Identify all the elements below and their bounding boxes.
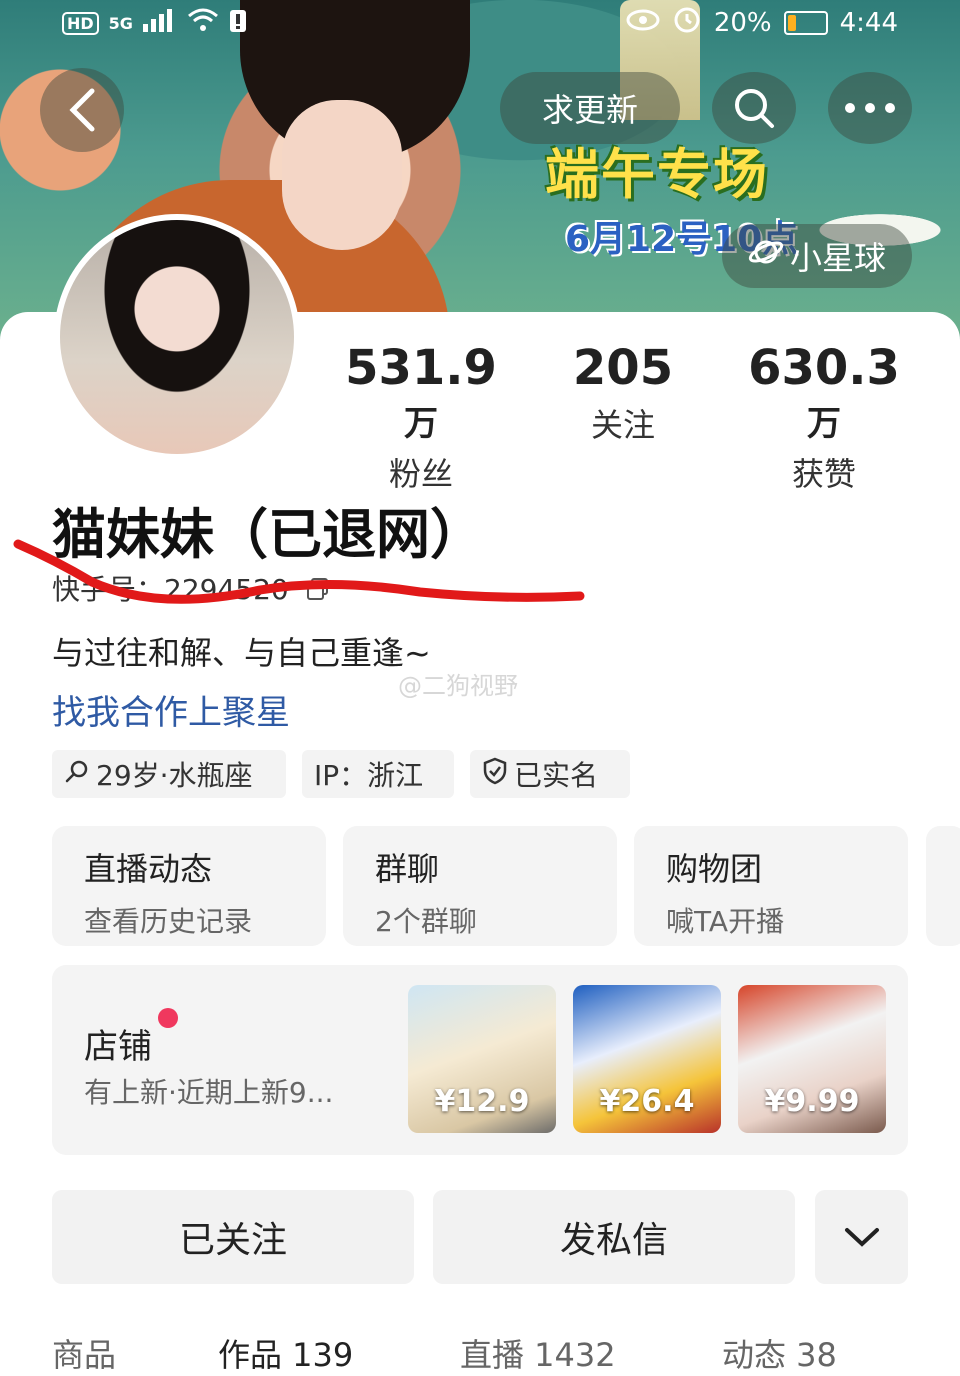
more-card-partial[interactable] xyxy=(926,826,960,946)
alert-icon xyxy=(229,6,247,41)
tab-products[interactable]: 商品 xyxy=(52,1330,116,1376)
cooperation-link[interactable]: 找我合作上聚星 xyxy=(52,685,290,734)
new-dot-badge xyxy=(158,1008,178,1028)
following-stat[interactable]: 205 关注 xyxy=(560,340,686,446)
request-update-button[interactable]: 求更新 xyxy=(500,72,680,144)
following-label: 关注 xyxy=(590,406,655,444)
alarm-icon xyxy=(672,4,702,41)
group-chat-sub: 2个群聊 xyxy=(375,905,477,938)
more-button[interactable] xyxy=(828,72,912,144)
bio-text: 与过往和解、与自己重逢~ xyxy=(52,634,431,672)
tab-works[interactable]: 作品 139 xyxy=(218,1330,353,1376)
product-thumb[interactable]: ¥9.99 xyxy=(738,985,886,1133)
signal-icon xyxy=(142,8,177,39)
expand-button[interactable] xyxy=(815,1190,908,1284)
shopping-group-title: 购物团 xyxy=(666,850,763,888)
shop-subtitle: 有上新·近期上新9... xyxy=(84,1076,334,1109)
shopping-group-sub: 喊TA开播 xyxy=(666,905,785,938)
planet-label: 小星球 xyxy=(789,239,886,277)
hd-indicator: HD xyxy=(62,12,99,35)
avatar[interactable] xyxy=(54,214,300,460)
back-button[interactable] xyxy=(40,68,124,152)
clock: 4:44 xyxy=(839,7,898,38)
fans-count: 531.9 xyxy=(345,340,497,396)
product-price: ¥9.99 xyxy=(764,1084,860,1119)
search-icon xyxy=(735,89,774,128)
shopping-group-card[interactable]: 购物团 喊TA开播 xyxy=(634,826,908,946)
live-history-title: 直播动态 xyxy=(84,850,213,888)
likes-count: 630.3 xyxy=(748,340,900,396)
battery-percent: 20% xyxy=(713,7,772,38)
watermark: @二狗视野 xyxy=(398,672,518,700)
fans-unit: 万 xyxy=(404,404,438,444)
tag-age-text: 29岁·水瓶座 xyxy=(96,759,253,792)
tag-ip-text: IP：浙江 xyxy=(314,759,424,792)
fans-stat[interactable]: 531.9 万 粉丝 xyxy=(336,340,506,495)
likes-stat[interactable]: 630.3 万 获赞 xyxy=(738,340,910,495)
product-price: ¥26.4 xyxy=(599,1084,695,1119)
wifi-icon xyxy=(187,7,219,40)
search-button[interactable] xyxy=(712,72,796,144)
message-button[interactable]: 发私信 xyxy=(433,1190,795,1284)
product-thumb[interactable]: ¥26.4 xyxy=(573,985,721,1133)
profile-tabs: 商品 作品 139 直播 1432 动态 38 xyxy=(0,1330,960,1374)
following-count: 205 xyxy=(572,340,674,396)
more-dots-icon xyxy=(845,103,895,113)
chevron-left-icon xyxy=(69,88,95,132)
fans-label: 粉丝 xyxy=(388,455,453,493)
live-history-card[interactable]: 直播动态 查看历史记录 xyxy=(52,826,326,946)
shop-title: 店铺 xyxy=(84,1027,152,1067)
battery-icon xyxy=(783,10,828,35)
product-price: ¥12.9 xyxy=(434,1084,530,1119)
tab-live[interactable]: 直播 1432 xyxy=(460,1330,616,1376)
banner-figure-face xyxy=(282,100,402,250)
eye-icon xyxy=(626,8,660,38)
likes-unit: 万 xyxy=(807,404,841,444)
group-chat-title: 群聊 xyxy=(375,850,440,888)
status-bar: HD 5G 20% 4:44 xyxy=(0,0,960,44)
tag-ip: IP：浙江 xyxy=(302,750,454,798)
red-scribble-overlay xyxy=(13,539,585,604)
shield-check-icon xyxy=(482,757,508,792)
network-indicator: 5G xyxy=(108,14,133,33)
tag-verified: 已实名 xyxy=(470,750,630,798)
shop-card[interactable]: 店铺 有上新·近期上新9... ¥12.9 ¥26.4 ¥9.99 xyxy=(52,965,908,1155)
followed-button[interactable]: 已关注 xyxy=(52,1190,414,1284)
live-history-sub: 查看历史记录 xyxy=(84,905,253,938)
group-chat-card[interactable]: 群聊 2个群聊 xyxy=(343,826,617,946)
tag-verified-text: 已实名 xyxy=(514,759,599,792)
tab-moments[interactable]: 动态 38 xyxy=(722,1330,837,1376)
product-thumb[interactable]: ¥12.9 xyxy=(408,985,556,1133)
gender-search-icon xyxy=(64,758,90,791)
planet-button[interactable]: 小星球 xyxy=(722,224,912,288)
tag-age: 29岁·水瓶座 xyxy=(52,750,286,798)
planet-icon xyxy=(748,237,784,275)
likes-label: 获赞 xyxy=(791,455,856,493)
chevron-down-icon xyxy=(844,1228,879,1247)
